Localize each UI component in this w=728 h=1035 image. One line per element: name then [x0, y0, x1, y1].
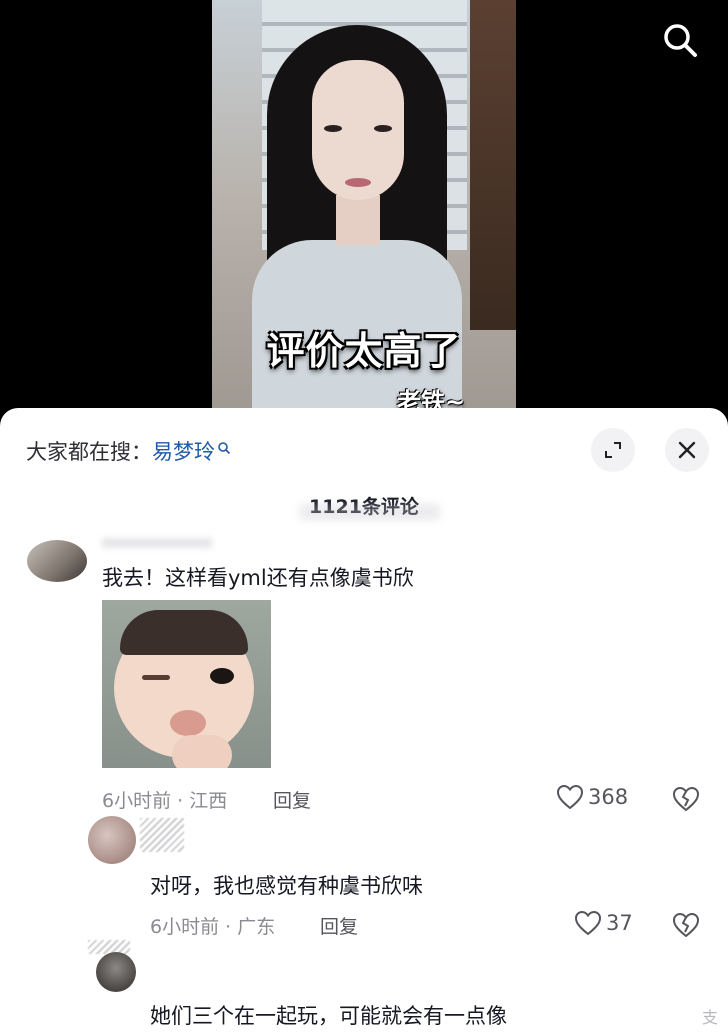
- background-door: [470, 0, 516, 330]
- person-eye-left: [324, 125, 342, 132]
- person-lips: [345, 178, 371, 187]
- like-button[interactable]: 368: [556, 784, 628, 810]
- avatar[interactable]: [88, 816, 136, 864]
- avatar[interactable]: [96, 952, 136, 992]
- like-count: 368: [588, 785, 629, 809]
- expand-button[interactable]: [591, 428, 635, 472]
- comment-item: 我去！这样看yml还有点像虞书欣 6小时前 · 江西 回复 368: [0, 536, 728, 812]
- username-blurred: [102, 538, 212, 548]
- comment-time-location: 6小时前 · 江西: [102, 790, 228, 812]
- comment-text: 我去！这样看yml还有点像虞书欣: [102, 566, 414, 590]
- hot-search-keyword[interactable]: 易梦玲: [152, 440, 215, 464]
- username-scribbled: [88, 940, 130, 954]
- sticker-baby-lips: [170, 710, 206, 736]
- search-button[interactable]: [660, 20, 700, 60]
- search-icon: [217, 436, 231, 460]
- sticker-baby-hand: [172, 735, 232, 768]
- sticker-baby-eye: [210, 668, 234, 684]
- search-icon: [664, 24, 697, 57]
- like-count: 37: [606, 911, 633, 935]
- count-blur-overlay: [300, 504, 440, 520]
- video-caption: 评价太高了: [266, 329, 462, 373]
- broken-heart-icon: [672, 786, 700, 812]
- reply-comment-item: 对呀，我也感觉有种虞书欣味 6小时前 · 广东 回复 37: [0, 810, 728, 940]
- reply-button[interactable]: 回复: [320, 912, 358, 939]
- comment-sheet: 大家都在搜：易梦玲 1121条评论 我去！这样看yml还有点像虞书欣 6小时前 …: [0, 408, 728, 1035]
- comment-sticker-image[interactable]: [102, 600, 271, 768]
- comment-time-location: 6小时前 · 广东: [150, 916, 276, 938]
- username-scribbled: [140, 818, 184, 852]
- expand-icon: [605, 442, 621, 458]
- watermark: 支: [702, 1008, 719, 1027]
- avatar[interactable]: [27, 540, 87, 582]
- person-eye-right: [374, 125, 392, 132]
- sticker-baby-eye-wink: [142, 675, 170, 680]
- comment-text: 对呀，我也感觉有种虞书欣味: [150, 874, 423, 898]
- broken-heart-icon: [672, 912, 700, 938]
- hot-search-bar[interactable]: 大家都在搜：易梦玲: [26, 436, 231, 466]
- reply-button[interactable]: 回复: [273, 786, 311, 813]
- person-neck: [336, 195, 380, 245]
- reply-comment-item: 她们三个在一起玩，可能就会有一点像: [0, 938, 728, 1035]
- sticker-baby-hair: [120, 610, 248, 655]
- hot-search-prefix: 大家都在搜：: [26, 440, 152, 464]
- heart-icon: [556, 784, 584, 810]
- close-icon: [678, 441, 696, 459]
- heart-icon: [574, 910, 602, 936]
- video-player[interactable]: 评价太高了 老铁~: [0, 0, 728, 430]
- close-button[interactable]: [665, 428, 709, 472]
- comment-text: 她们三个在一起玩，可能就会有一点像: [150, 1004, 507, 1028]
- video-frame[interactable]: 评价太高了 老铁~: [212, 0, 516, 430]
- like-button[interactable]: 37: [574, 910, 633, 936]
